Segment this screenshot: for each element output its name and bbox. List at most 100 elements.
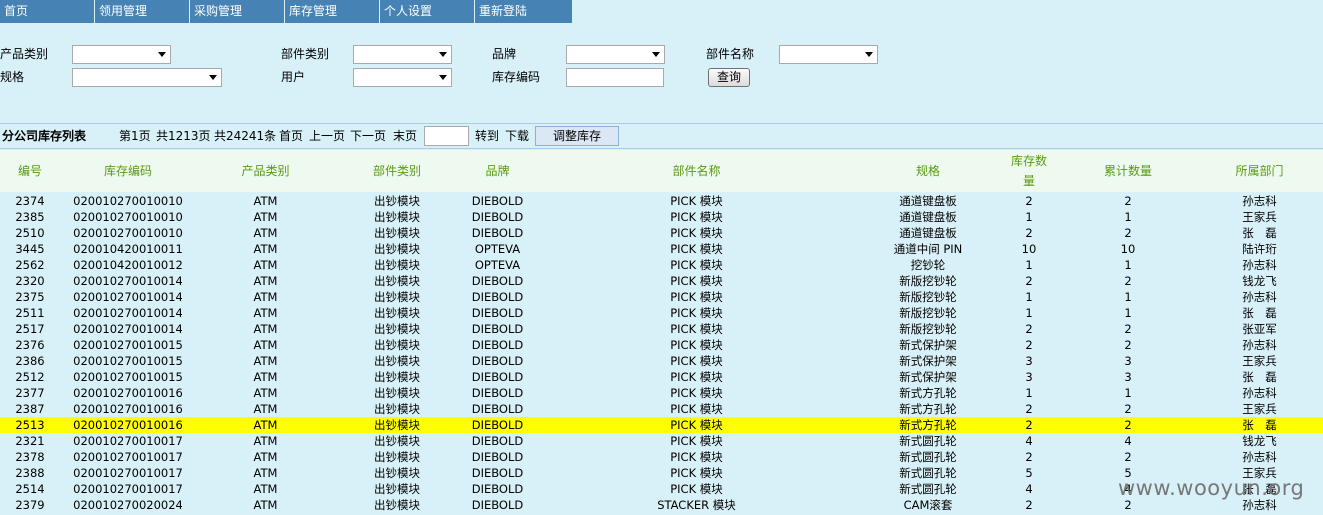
cell-product-category: ATM bbox=[253, 290, 278, 304]
cell-id: 3445 bbox=[15, 242, 45, 256]
cell-product-category: ATM bbox=[253, 370, 278, 384]
cell-cumulative-qty: 1 bbox=[1124, 386, 1132, 400]
cell-id: 2513 bbox=[15, 418, 45, 432]
cell-stock-code: 020010270010015 bbox=[73, 338, 183, 352]
cell-product-category: ATM bbox=[253, 322, 278, 336]
table-row[interactable]: 2387 020010270010016 ATM 出钞模块 DIEBOLD PICK 模块… bbox=[0, 401, 1323, 417]
table-row[interactable]: 2320 020010270010014 ATM 出钞模块 DIEBOLD PICK 模块… bbox=[0, 273, 1323, 289]
part-name-select[interactable] bbox=[779, 45, 878, 64]
table-row[interactable]: 2378 020010270010017 ATM 出钞模块 DIEBOLD PICK 模块… bbox=[0, 449, 1323, 465]
cell-part-category: 出钞模块 bbox=[374, 338, 420, 352]
col-header-id: 编号 bbox=[17, 164, 42, 178]
table-row[interactable]: 2375 020010270010014 ATM 出钞模块 DIEBOLD PICK 模块… bbox=[0, 289, 1323, 305]
cell-product-category: ATM bbox=[253, 450, 278, 464]
cell-product-category: ATM bbox=[253, 306, 278, 320]
table-row[interactable]: 2562 020010420010012 ATM 出钞模块 OPTEVA PICK 模块 挖… bbox=[0, 257, 1323, 273]
adjust-stock-button[interactable]: 调整库存 bbox=[535, 126, 619, 146]
col-header-spec: 规格 bbox=[915, 164, 940, 178]
table-row[interactable]: 2386 020010270010015 ATM 出钞模块 DIEBOLD PICK 模块… bbox=[0, 353, 1323, 369]
part-category-select[interactable] bbox=[353, 45, 452, 64]
cell-cumulative-qty: 2 bbox=[1124, 226, 1132, 240]
table-row[interactable]: 2376 020010270010015 ATM 出钞模块 DIEBOLD PICK 模块… bbox=[0, 337, 1323, 353]
user-select[interactable] bbox=[353, 68, 452, 87]
nav-item-home[interactable]: 首页 bbox=[0, 0, 95, 23]
cell-department: 王家兵 bbox=[1242, 354, 1277, 368]
nav-item-requisition[interactable]: 领用管理 bbox=[95, 0, 190, 23]
table-row[interactable]: 2377 020010270010016 ATM 出钞模块 DIEBOLD PICK 模块… bbox=[0, 385, 1323, 401]
cell-id: 2374 bbox=[15, 194, 45, 208]
cell-part-name: PICK 模块 bbox=[670, 370, 723, 384]
nav-item-personal-settings[interactable]: 个人设置 bbox=[380, 0, 475, 23]
goto-page-input[interactable] bbox=[424, 126, 469, 146]
table-row[interactable]: 2512 020010270010015 ATM 出钞模块 DIEBOLD PICK 模块… bbox=[0, 369, 1323, 385]
query-button[interactable]: 查询 bbox=[708, 68, 750, 87]
cell-brand: DIEBOLD bbox=[471, 434, 524, 448]
cell-department: 孙志科 bbox=[1242, 386, 1277, 400]
cell-spec: 新式保护架 bbox=[899, 370, 957, 384]
nav-item-inventory[interactable]: 库存管理 bbox=[285, 0, 380, 23]
cell-stock-code: 020010270010010 bbox=[73, 210, 183, 224]
cell-stock-code: 020010270010017 bbox=[73, 466, 183, 480]
cell-brand: DIEBOLD bbox=[471, 354, 524, 368]
cell-cumulative-qty: 2 bbox=[1124, 194, 1132, 208]
table-row[interactable]: 2517 020010270010014 ATM 出钞模块 DIEBOLD PICK 模块… bbox=[0, 321, 1323, 337]
cell-id: 2386 bbox=[15, 354, 45, 368]
cell-cumulative-qty: 10 bbox=[1120, 242, 1136, 256]
cell-stock-code: 020010270010014 bbox=[73, 290, 183, 304]
first-page-link[interactable]: 首页 bbox=[279, 129, 303, 143]
col-header-brand: 品牌 bbox=[485, 164, 510, 178]
cell-id: 2378 bbox=[15, 450, 45, 464]
cell-brand: DIEBOLD bbox=[471, 306, 524, 320]
cell-department: 张 磊 bbox=[1242, 306, 1277, 320]
list-toolbar: 分公司库存列表 第1页 共1213页 共24241条 首页 上一页 下一页 末页… bbox=[0, 123, 1323, 149]
table-row[interactable]: 2510 020010270010010 ATM 出钞模块 DIEBOLD PICK 模块… bbox=[0, 225, 1323, 241]
cell-cumulative-qty: 1 bbox=[1124, 258, 1132, 272]
table-row[interactable]: 2513 020010270010016 ATM 出钞模块 DIEBOLD PICK 模块… bbox=[0, 417, 1323, 433]
chevron-down-icon bbox=[439, 75, 447, 80]
last-page-link[interactable]: 末页 bbox=[393, 129, 417, 143]
cell-brand: DIEBOLD bbox=[471, 290, 524, 304]
total-records: 共24241条 bbox=[214, 129, 277, 143]
cell-spec: 新版挖钞轮 bbox=[899, 322, 957, 336]
goto-link[interactable]: 转到 bbox=[475, 129, 499, 143]
brand-select[interactable] bbox=[566, 45, 665, 64]
table-row[interactable]: 2385 020010270010010 ATM 出钞模块 DIEBOLD PICK 模块… bbox=[0, 209, 1323, 225]
cell-part-category: 出钞模块 bbox=[374, 258, 420, 272]
cell-product-category: ATM bbox=[253, 210, 278, 224]
nav-item-purchase[interactable]: 采购管理 bbox=[190, 0, 285, 23]
nav-item-relogin[interactable]: 重新登陆 bbox=[475, 0, 573, 23]
cell-brand: OPTEVA bbox=[474, 258, 521, 272]
stock-code-input[interactable] bbox=[566, 68, 664, 87]
cell-brand: DIEBOLD bbox=[471, 194, 524, 208]
cell-stock-code: 020010270010016 bbox=[73, 402, 183, 416]
cell-stock-qty: 4 bbox=[1025, 482, 1033, 496]
cell-stock-qty: 5 bbox=[1025, 466, 1033, 480]
spec-select[interactable] bbox=[72, 68, 222, 87]
table-row[interactable]: 2511 020010270010014 ATM 出钞模块 DIEBOLD PICK 模块… bbox=[0, 305, 1323, 321]
cell-stock-qty: 1 bbox=[1025, 210, 1033, 224]
download-link[interactable]: 下载 bbox=[505, 129, 529, 143]
user-label: 用户 bbox=[281, 70, 306, 84]
cell-spec: 新式圆孔轮 bbox=[899, 450, 957, 464]
cell-spec: 通道键盘板 bbox=[899, 194, 957, 208]
table-row[interactable]: 3445 020010420010011 ATM 出钞模块 OPTEVA PICK 模块 通… bbox=[0, 241, 1323, 257]
cell-part-category: 出钞模块 bbox=[374, 226, 420, 240]
cell-cumulative-qty: 3 bbox=[1124, 370, 1132, 384]
cell-product-category: ATM bbox=[253, 226, 278, 240]
cell-cumulative-qty: 2 bbox=[1124, 402, 1132, 416]
cell-part-name: PICK 模块 bbox=[670, 274, 723, 288]
table-row[interactable]: 2321 020010270010017 ATM 出钞模块 DIEBOLD PICK 模块… bbox=[0, 433, 1323, 449]
cell-stock-code: 020010270010010 bbox=[73, 226, 183, 240]
product-category-select[interactable] bbox=[72, 45, 171, 64]
cell-product-category: ATM bbox=[253, 354, 278, 368]
prev-page-link[interactable]: 上一页 bbox=[309, 129, 345, 143]
watermark-text: www.wooyun.org bbox=[1118, 476, 1305, 500]
cell-spec: 新式保护架 bbox=[899, 338, 957, 352]
col-header-part-category: 部件类别 bbox=[372, 164, 421, 178]
cell-id: 2514 bbox=[15, 482, 45, 496]
table-row[interactable]: 2374 020010270010010 ATM 出钞模块 DIEBOLD PICK 模块… bbox=[0, 193, 1323, 209]
next-page-link[interactable]: 下一页 bbox=[350, 129, 386, 143]
cell-department: 孙志科 bbox=[1242, 194, 1277, 208]
cell-part-name: PICK 模块 bbox=[670, 194, 723, 208]
top-nav: 首页 领用管理 采购管理 库存管理 个人设置 重新登陆 bbox=[0, 0, 573, 23]
